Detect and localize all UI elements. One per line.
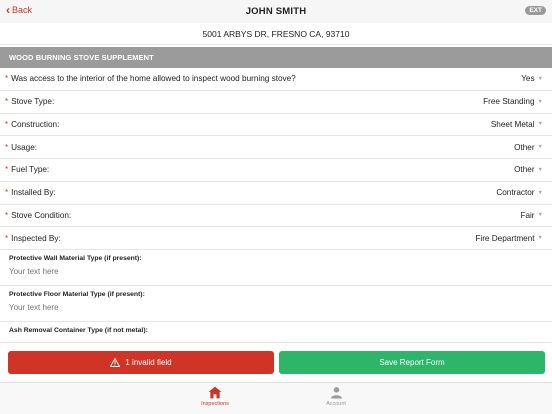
field-label: Installed By: — [11, 188, 56, 198]
field-value-dropdown[interactable]: Fair ▼ — [520, 211, 543, 220]
field-row-construction[interactable]: * Construction: Sheet Metal ▼ — [0, 114, 552, 137]
caret-down-icon: ▼ — [537, 121, 543, 128]
caret-down-icon: ▼ — [537, 166, 543, 173]
warning-icon — [110, 358, 121, 367]
field-row-inspected-by[interactable]: * Inspected By: Fire Department ▼ — [0, 227, 552, 250]
field-value: Sheet Metal — [490, 119, 535, 129]
tab-bar: Inspections Account — [0, 382, 552, 414]
invalid-fields-button[interactable]: 1 invalid field — [8, 351, 274, 374]
text-field-wall-material: Protective Wall Material Type (if presen… — [0, 250, 552, 286]
field-label: Stove Type: — [11, 97, 55, 107]
required-mark: * — [5, 142, 9, 152]
field-value-dropdown[interactable]: Fire Department ▼ — [475, 234, 543, 243]
floor-material-input[interactable] — [9, 303, 543, 312]
field-value-dropdown[interactable]: Free Standing ▼ — [483, 97, 543, 106]
caret-down-icon: ▼ — [537, 98, 543, 105]
field-value-dropdown[interactable]: Other ▼ — [514, 165, 543, 174]
required-mark: * — [5, 74, 9, 84]
field-label: Was access to the interior of the home a… — [11, 74, 296, 84]
field-value: Yes — [521, 74, 535, 84]
wall-material-input[interactable] — [9, 267, 543, 276]
caret-down-icon: ▼ — [537, 144, 543, 151]
caret-down-icon: ▼ — [537, 235, 543, 242]
required-mark: * — [5, 119, 9, 129]
tab-inspections[interactable]: Inspections — [185, 386, 245, 407]
required-mark: * — [5, 97, 9, 107]
field-value-dropdown[interactable]: Yes ▼ — [521, 74, 543, 83]
caret-down-icon: ▼ — [537, 212, 543, 219]
required-mark: * — [5, 233, 9, 243]
field-row-fuel-type[interactable]: * Fuel Type: Other ▼ — [0, 159, 552, 182]
field-row-installed-by[interactable]: * Installed By: Contractor ▼ — [0, 182, 552, 205]
form-fields: * Was access to the interior of the home… — [0, 68, 552, 340]
caret-down-icon: ▼ — [537, 189, 543, 196]
field-label: Fuel Type: — [11, 165, 50, 175]
field-label: Stove Condition: — [11, 210, 72, 220]
tab-label: Account — [326, 401, 346, 407]
text-field-ash-container: Ash Removal Container Type (if not metal… — [0, 322, 552, 340]
field-label: Inspected By: — [11, 233, 61, 243]
text-field-floor-material: Protective Floor Material Type (if prese… — [0, 286, 552, 322]
text-field-label: Protective Floor Material Type (if prese… — [9, 291, 145, 298]
field-value-dropdown[interactable]: Contractor ▼ — [496, 188, 543, 197]
required-mark: * — [5, 188, 9, 198]
text-field-label: Ash Removal Container Type (if not metal… — [9, 327, 148, 334]
required-mark: * — [5, 210, 9, 220]
section-header: WOOD BURNING STOVE SUPPLEMENT — [0, 47, 552, 68]
field-row-stove-condition[interactable]: * Stove Condition: Fair ▼ — [0, 205, 552, 228]
field-value: Other — [514, 142, 535, 152]
field-label: Usage: — [11, 142, 38, 152]
save-report-button[interactable]: Save Report Form — [279, 351, 545, 374]
field-value-dropdown[interactable]: Other ▼ — [514, 143, 543, 152]
address-line: 5001 ARBYS DR, FRESNO CA, 93710 — [0, 23, 552, 45]
field-row-usage[interactable]: * Usage: Other ▼ — [0, 136, 552, 159]
save-report-label: Save Report Form — [379, 358, 445, 367]
caret-down-icon: ▼ — [537, 75, 543, 82]
field-label: Construction: — [11, 119, 60, 129]
top-bar: ‹ Back JOHN SMITH EXT — [0, 0, 552, 23]
page-title: JOHN SMITH — [245, 6, 307, 17]
text-field-label: Protective Wall Material Type (if presen… — [9, 255, 142, 262]
invalid-fields-label: 1 invalid field — [125, 358, 172, 367]
field-value: Other — [514, 165, 535, 175]
tab-account[interactable]: Account — [306, 386, 366, 407]
home-icon — [208, 386, 222, 399]
field-row-access[interactable]: * Was access to the interior of the home… — [0, 68, 552, 91]
user-icon — [330, 387, 342, 399]
field-value: Free Standing — [483, 97, 535, 107]
field-value: Fire Department — [475, 233, 535, 243]
field-value-dropdown[interactable]: Sheet Metal ▼ — [491, 120, 543, 129]
tab-label: Inspections — [201, 401, 229, 407]
field-value: Fair — [520, 210, 535, 220]
action-bar: 1 invalid field Save Report Form — [0, 342, 552, 382]
field-value: Contractor — [496, 188, 535, 198]
ext-badge[interactable]: EXT — [525, 6, 546, 15]
field-row-stove-type[interactable]: * Stove Type: Free Standing ▼ — [0, 91, 552, 114]
required-mark: * — [5, 165, 9, 175]
